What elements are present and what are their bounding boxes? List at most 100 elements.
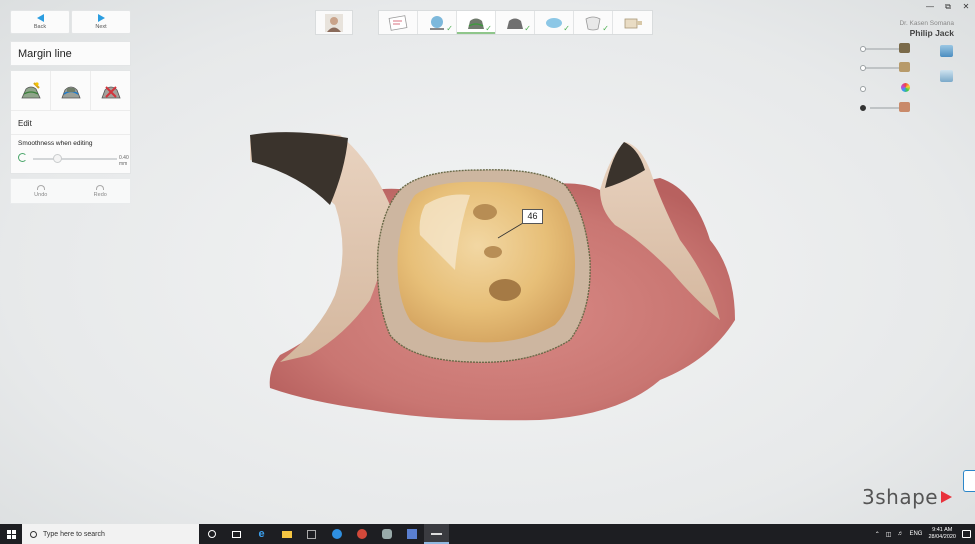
preparation-icon bbox=[899, 43, 910, 53]
next-button[interactable]: Next bbox=[71, 10, 131, 34]
copy-view-icon[interactable] bbox=[940, 45, 953, 57]
crown-icon bbox=[585, 16, 601, 30]
tool-panel: Edit Smoothness when editing 0.40 mm bbox=[10, 70, 131, 174]
reset-icon[interactable] bbox=[18, 153, 27, 162]
app-icon bbox=[307, 529, 316, 539]
radio-icon[interactable] bbox=[860, 105, 866, 111]
tooth-fissure bbox=[473, 204, 497, 220]
opacity-slider-preparation[interactable] bbox=[860, 43, 910, 54]
back-button-label: Back bbox=[33, 24, 47, 30]
cortana-button[interactable] bbox=[199, 524, 224, 544]
check-icon: ✓ bbox=[602, 24, 609, 33]
draw-margin-tool-button[interactable] bbox=[11, 71, 51, 110]
language-indicator[interactable]: ENG bbox=[909, 531, 922, 537]
smoothness-slider[interactable]: 0.40 mm bbox=[11, 147, 130, 169]
volume-icon[interactable]: ♬ bbox=[897, 531, 903, 537]
arrow-right-icon bbox=[97, 14, 105, 22]
opacity-slider-antagonist[interactable] bbox=[860, 62, 910, 73]
taskbar-app-2[interactable] bbox=[324, 524, 349, 544]
taskbar-search[interactable]: Type here to search bbox=[22, 524, 199, 544]
view-icon[interactable] bbox=[940, 70, 953, 82]
search-icon bbox=[30, 530, 37, 538]
model-icon bbox=[899, 102, 910, 112]
workflow-toolbar: ✓ ✓ ✓ ✓ ✓ bbox=[378, 10, 653, 35]
close-icon[interactable]: ✕ bbox=[961, 2, 971, 12]
workflow-step-insertion[interactable]: ✓ bbox=[535, 11, 574, 34]
slider-knob[interactable] bbox=[860, 46, 866, 52]
taskbar-app-explorer[interactable] bbox=[274, 524, 299, 544]
notification-icon[interactable] bbox=[962, 530, 971, 538]
task-view-icon bbox=[232, 530, 241, 538]
patient-avatar-button[interactable] bbox=[315, 10, 353, 35]
taskbar-app-1[interactable] bbox=[299, 524, 324, 544]
check-icon: ✓ bbox=[563, 24, 570, 33]
clock[interactable]: 9:41 AM 28/04/2020 bbox=[928, 527, 956, 541]
folder-icon bbox=[281, 530, 292, 538]
workflow-step-scan[interactable]: ✓ bbox=[418, 11, 457, 34]
side-panel-toggle[interactable] bbox=[963, 470, 975, 492]
edge-icon: e bbox=[258, 528, 265, 540]
margin-line-step-icon bbox=[468, 18, 484, 29]
taskbar-app-5[interactable] bbox=[399, 524, 424, 544]
back-button[interactable]: Back bbox=[10, 10, 70, 34]
taskbar-app-4[interactable] bbox=[374, 524, 399, 544]
next-button-label: Next bbox=[95, 24, 107, 30]
tooth-number-label: 46 bbox=[522, 209, 543, 224]
undo-label: Undo bbox=[34, 191, 48, 198]
network-icon[interactable]: ◫ bbox=[886, 531, 892, 538]
taskbar: Type here to search e ⌃ ◫ ♬ ENG 9:41 AM … bbox=[0, 524, 975, 544]
doctor-name: Dr. Kasen Somana bbox=[899, 20, 954, 27]
color-wheel-icon bbox=[901, 83, 910, 92]
undo-icon bbox=[36, 184, 45, 190]
workflow-step-crown[interactable]: ✓ bbox=[574, 11, 613, 34]
task-view-button[interactable] bbox=[224, 524, 249, 544]
scan-icon bbox=[430, 15, 444, 30]
restore-icon[interactable]: ⧉ bbox=[943, 2, 953, 12]
app-icon bbox=[406, 529, 417, 539]
patient-avatar-icon bbox=[325, 13, 343, 32]
redo-button[interactable]: Redo bbox=[71, 179, 131, 203]
workflow-step-send[interactable] bbox=[613, 11, 652, 34]
clock-date: 28/04/2020 bbox=[928, 534, 956, 540]
check-icon: ✓ bbox=[485, 24, 492, 33]
undo-button[interactable]: Undo bbox=[11, 179, 71, 203]
smoothness-value: 0.40 mm bbox=[119, 155, 129, 167]
detect-margin-tool-button[interactable] bbox=[51, 71, 91, 110]
user-info: Dr. Kasen Somana Philip Jack bbox=[899, 20, 954, 38]
texture-toggle[interactable] bbox=[860, 83, 910, 94]
slider-track[interactable] bbox=[864, 67, 904, 69]
taskbar-app-3[interactable] bbox=[349, 524, 374, 544]
start-button[interactable] bbox=[0, 524, 22, 544]
brand-logo: 3shape bbox=[862, 485, 953, 509]
tooth-fissure bbox=[484, 246, 502, 258]
taskbar-app-edge[interactable]: e bbox=[249, 524, 274, 544]
search-placeholder: Type here to search bbox=[43, 530, 105, 538]
slider-track[interactable] bbox=[33, 158, 117, 160]
opacity-slider-model[interactable] bbox=[860, 102, 910, 113]
workflow-step-order[interactable] bbox=[379, 11, 418, 34]
minimize-icon[interactable]: — bbox=[925, 2, 935, 12]
send-box-icon bbox=[624, 18, 642, 28]
workflow-step-die[interactable]: ✓ bbox=[496, 11, 535, 34]
order-form-icon bbox=[388, 14, 408, 31]
windows-icon bbox=[6, 529, 16, 539]
tray-chevron-icon[interactable]: ⌃ bbox=[875, 531, 880, 538]
slider-track[interactable] bbox=[864, 48, 904, 50]
dental-model-view[interactable] bbox=[240, 130, 750, 430]
antagonist-icon bbox=[899, 62, 910, 72]
tool-row bbox=[11, 71, 130, 111]
app-icon bbox=[356, 529, 367, 539]
die-icon bbox=[507, 18, 523, 29]
brand-triangle-icon bbox=[941, 491, 953, 503]
slider-knob[interactable] bbox=[860, 65, 866, 71]
delete-margin-tool-button[interactable] bbox=[91, 71, 130, 110]
window-controls: — ⧉ ✕ bbox=[925, 2, 971, 12]
taskbar-app-3shape[interactable] bbox=[424, 524, 449, 544]
radio-icon[interactable] bbox=[860, 86, 866, 92]
app-icon bbox=[331, 529, 342, 539]
system-tray: ⌃ ◫ ♬ ENG 9:41 AM 28/04/2020 bbox=[875, 527, 975, 541]
slider-knob[interactable] bbox=[53, 154, 62, 163]
detect-margin-icon bbox=[60, 86, 81, 98]
workflow-step-margin-line[interactable]: ✓ bbox=[457, 11, 496, 34]
arrow-left-icon bbox=[36, 14, 44, 22]
